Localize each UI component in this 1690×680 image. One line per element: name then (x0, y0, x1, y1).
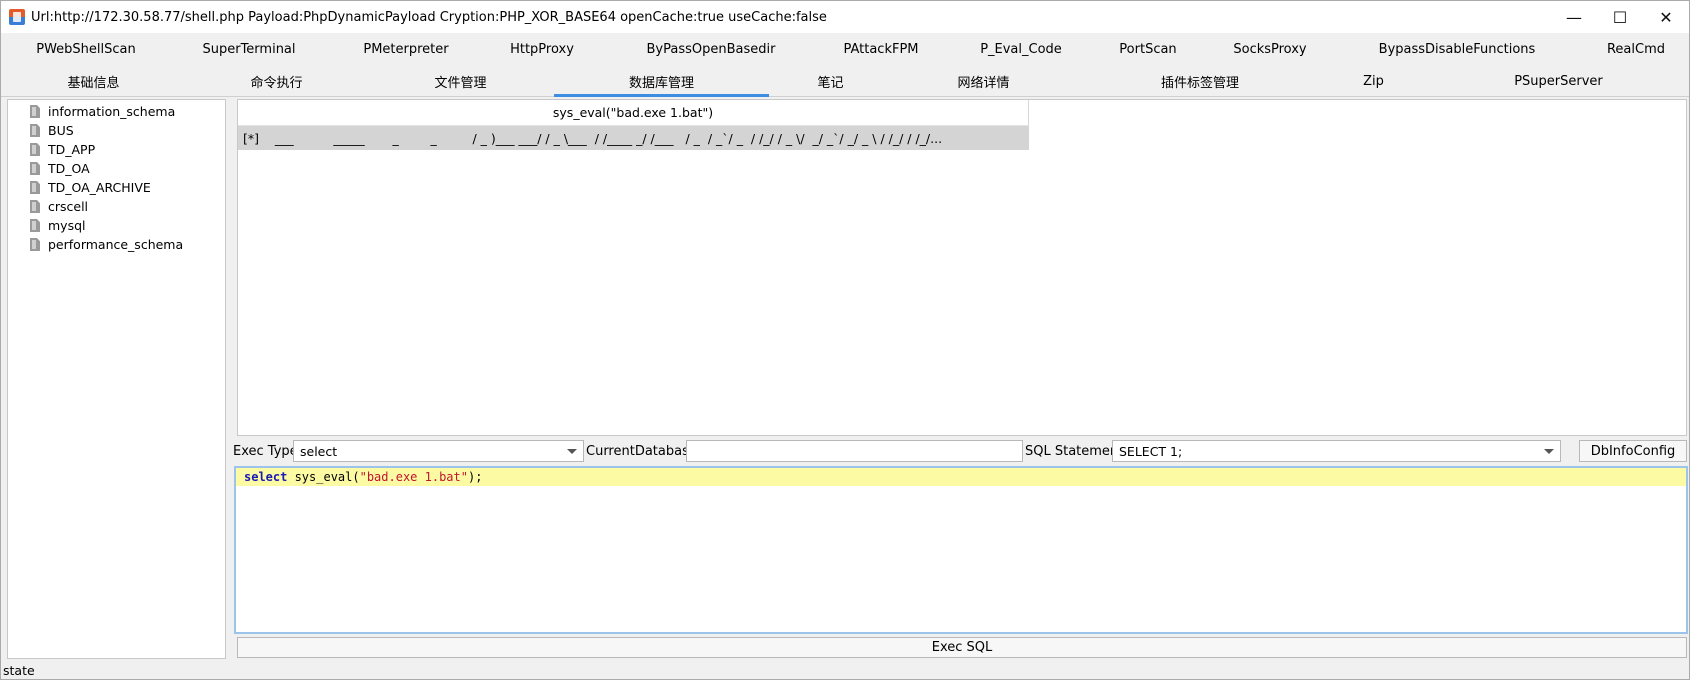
main-tab-row: 基础信息 命令执行 文件管理 数据库管理 笔记 网络详情 插件标签管理 Zip … (1, 65, 1689, 97)
exec-type-select[interactable]: select (293, 440, 584, 462)
sql-editor[interactable]: select sys_eval("bad.exe 1.bat"); (234, 466, 1688, 634)
tree-item-label: TD_OA_ARCHIVE (48, 180, 151, 195)
tab-network-details[interactable]: 网络详情 (911, 65, 1056, 97)
close-icon: ✕ (1659, 7, 1673, 27)
tab-bypassopenbasedir[interactable]: ByPassOpenBasedir (626, 33, 796, 65)
status-bar: state (3, 662, 35, 678)
tab-notes[interactable]: 笔记 (758, 65, 903, 97)
tree-item-performance-schema[interactable]: performance_schema (8, 235, 225, 254)
maximize-icon: ☐ (1612, 7, 1628, 27)
table-row[interactable]: [*] ___ _____ _ _ / _ )___ ___/ / _ \___… (238, 126, 1029, 150)
database-icon (30, 200, 40, 213)
app-window: Url:http://172.30.58.77/shell.php Payloa… (0, 0, 1690, 680)
dbinfo-config-button[interactable]: DbInfoConfig (1579, 440, 1687, 462)
tab-portscan[interactable]: PortScan (1083, 33, 1213, 65)
tab-file-manager[interactable]: 文件管理 (388, 65, 533, 97)
tab-basic-info[interactable]: 基础信息 (21, 65, 166, 97)
tab-pwebshellscan[interactable]: PWebShellScan (21, 33, 151, 65)
tree-item-bus[interactable]: BUS (8, 121, 225, 140)
sql-string: "bad.exe 1.bat" (359, 470, 468, 484)
window-title: Url:http://172.30.58.77/shell.php Payloa… (31, 9, 827, 25)
tab-superterminal[interactable]: SuperTerminal (184, 33, 314, 65)
tab-socksproxy[interactable]: SocksProxy (1205, 33, 1335, 65)
sql-function: sys_eval( (287, 470, 360, 484)
chevron-down-icon (567, 449, 577, 454)
tree-item-information-schema[interactable]: information_schema (8, 102, 225, 121)
result-table: sys_eval("bad.exe 1.bat") [*] ___ _____ … (237, 99, 1687, 436)
minimize-button[interactable]: — (1551, 1, 1597, 33)
chevron-down-icon (1544, 449, 1554, 454)
app-icon (9, 9, 25, 25)
result-column-header[interactable]: sys_eval("bad.exe 1.bat") (238, 100, 1029, 126)
tab-p-eval-code[interactable]: P_Eval_Code (956, 33, 1086, 65)
tree-item-td-app[interactable]: TD_APP (8, 140, 225, 159)
tree-item-label: TD_OA (48, 161, 90, 176)
database-icon (30, 238, 40, 251)
tree-item-label: BUS (48, 123, 74, 138)
database-icon (30, 162, 40, 175)
tab-httpproxy[interactable]: HttpProxy (477, 33, 607, 65)
database-tree: information_schema BUS TD_APP TD_OA TD_O… (7, 99, 226, 659)
tab-database-manager[interactable]: 数据库管理 (554, 65, 769, 97)
current-database-input[interactable] (686, 440, 1023, 462)
tree-item-label: information_schema (48, 104, 176, 119)
close-button[interactable]: ✕ (1643, 1, 1689, 33)
tab-command-exec[interactable]: 命令执行 (204, 65, 349, 97)
current-database-label: CurrentDatabase (586, 443, 697, 459)
tree-item-td-oa-archive[interactable]: TD_OA_ARCHIVE (8, 178, 225, 197)
tab-pattackfpm[interactable]: PAttackFPM (816, 33, 946, 65)
editor-line: select sys_eval("bad.exe 1.bat"); (236, 468, 1686, 486)
database-icon (30, 181, 40, 194)
tab-realcmd[interactable]: RealCmd (1581, 33, 1690, 65)
maximize-button[interactable]: ☐ (1597, 1, 1643, 33)
tab-bypassdisablefunctions[interactable]: BypassDisableFunctions (1357, 33, 1557, 65)
tree-item-mysql[interactable]: mysql (8, 216, 225, 235)
sql-tail: ); (467, 470, 483, 484)
exec-type-label: Exec Type (233, 443, 298, 459)
tree-item-label: crscell (48, 199, 89, 214)
title-bar: Url:http://172.30.58.77/shell.php Payloa… (1, 1, 1689, 33)
database-icon (30, 124, 40, 137)
sql-keyword: select (244, 470, 288, 484)
tab-pmeterpreter[interactable]: PMeterpreter (341, 33, 471, 65)
tree-item-label: performance_schema (48, 237, 184, 252)
tree-item-td-oa[interactable]: TD_OA (8, 159, 225, 178)
tab-zip[interactable]: Zip (1301, 65, 1446, 97)
tab-plugin-tag-manager[interactable]: 插件标签管理 (1125, 65, 1275, 97)
tree-item-crscell[interactable]: crscell (8, 197, 225, 216)
tree-item-label: TD_APP (48, 142, 96, 157)
window-controls: — ☐ ✕ (1551, 1, 1689, 33)
plugin-tab-row: PWebShellScan SuperTerminal PMeterpreter… (1, 33, 1689, 65)
sql-statement-label: SQL Statement (1025, 443, 1124, 459)
sql-statement-select[interactable]: SELECT 1; (1112, 440, 1561, 462)
minimize-icon: — (1566, 7, 1582, 27)
exec-sql-button[interactable]: Exec SQL (237, 637, 1687, 658)
database-icon (30, 105, 40, 118)
sql-statement-value: SELECT 1; (1119, 443, 1183, 459)
exec-type-value: select (300, 443, 338, 459)
tab-psuperserver[interactable]: PSuperServer (1486, 65, 1631, 97)
database-icon (30, 219, 40, 232)
database-icon (30, 143, 40, 156)
tree-item-label: mysql (48, 218, 86, 233)
